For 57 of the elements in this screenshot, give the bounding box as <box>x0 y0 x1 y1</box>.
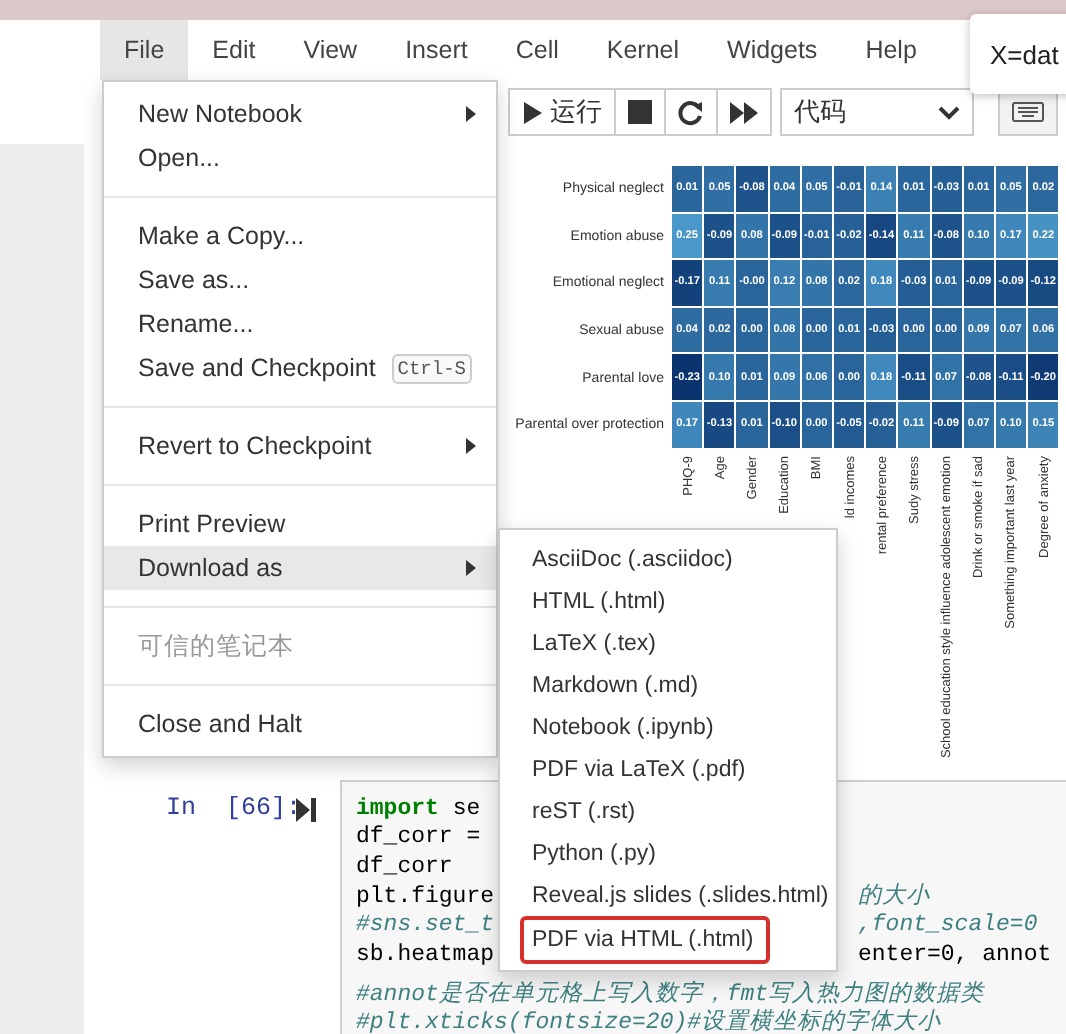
code-text: 的大小 <box>858 883 930 913</box>
menu-item[interactable]: Make a Copy... <box>104 214 496 258</box>
menu-item[interactable]: Revert to Checkpoint <box>104 424 496 468</box>
shortcut-key: Ctrl-S <box>391 353 472 383</box>
restart-icon <box>678 99 704 125</box>
code-text: #sns.set_t <box>356 912 495 943</box>
run-cell-icon[interactable] <box>296 795 316 824</box>
menu-item[interactable]: View <box>279 20 382 80</box>
menu-item[interactable]: Insert <box>381 20 492 80</box>
code-text: df_corr <box>356 853 453 884</box>
menu-item[interactable]: LaTeX (.tex) <box>500 622 829 664</box>
code-text: se <box>451 795 481 825</box>
menu-item[interactable]: Print Preview <box>104 502 496 546</box>
code-text: #plt.xticks(fontsize=20)#设置横坐标的字体大小 <box>356 1010 942 1034</box>
submenu-caret-icon <box>466 106 476 122</box>
chevron-down-icon <box>938 105 960 119</box>
menu-item[interactable]: New Notebook <box>104 92 496 136</box>
code-text: sb.heatmap <box>356 942 495 972</box>
stop-button[interactable] <box>614 88 666 136</box>
menu-item[interactable]: Help <box>841 20 941 80</box>
menu-item[interactable]: Kernel <box>582 20 704 80</box>
stop-icon <box>628 100 652 124</box>
code-text: df_corr = <box>356 824 481 854</box>
menu-item[interactable]: reST (.rst) <box>500 790 829 832</box>
menu-item[interactable]: AsciiDoc (.asciidoc) <box>500 538 829 580</box>
keyboard-icon <box>1012 102 1044 122</box>
menu-item[interactable]: Open... <box>104 136 496 180</box>
run-button[interactable]: 运行 <box>508 88 616 136</box>
menu-item[interactable]: Widgets <box>703 20 842 80</box>
submenu-caret-icon <box>466 560 476 576</box>
code-text: enter=0, annot <box>858 942 1052 972</box>
code-text: ,font_scale=0 <box>858 912 1038 943</box>
cell-type-select[interactable]: 代码 <box>780 88 974 136</box>
menu-item[interactable]: Download as <box>104 546 496 590</box>
restart-button[interactable] <box>664 88 718 136</box>
fast-forward-icon <box>730 101 758 123</box>
menu-item[interactable]: Close and Halt <box>104 702 496 746</box>
menu-item[interactable]: Rename... <box>104 302 496 346</box>
menu-item[interactable]: Python (.py) <box>500 832 829 874</box>
menu-item[interactable]: PDF via HTML (.html) <box>520 916 770 964</box>
code-text: import <box>356 795 439 825</box>
code-text: #annot是否在单元格上写入数字，fmt写入热力图的数据类 <box>356 981 985 1008</box>
menu-item[interactable]: Reveal.js slides (.slides.html) <box>500 874 829 916</box>
menu-item[interactable]: Markdown (.md) <box>500 664 829 706</box>
code-text: plt.figure <box>356 883 495 913</box>
menu-item[interactable]: Save and Checkpoint Ctrl-S <box>104 346 496 390</box>
tooltip: X=dat <box>970 14 1066 94</box>
menu-item[interactable]: HTML (.html) <box>500 580 829 622</box>
play-icon <box>522 101 542 123</box>
menu-item[interactable]: Notebook (.ipynb) <box>500 706 829 748</box>
menu-item[interactable]: Save as... <box>104 258 496 302</box>
fast-forward-button[interactable] <box>716 88 772 136</box>
submenu-caret-icon <box>466 438 476 454</box>
input-prompt: In [66]: <box>164 791 296 826</box>
menu-item[interactable]: Cell <box>491 20 583 80</box>
menu-item[interactable]: Edit <box>188 20 280 80</box>
menu-item[interactable]: File <box>100 20 189 80</box>
